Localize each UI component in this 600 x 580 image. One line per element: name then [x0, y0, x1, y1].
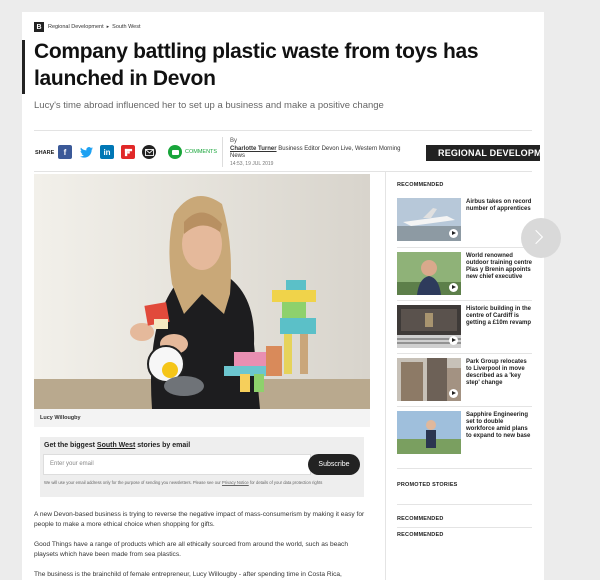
recommended-heading: RECOMMENDED: [397, 182, 444, 188]
thumbnail: [397, 252, 461, 295]
video-play-icon: [449, 283, 458, 292]
divider: [222, 137, 223, 167]
recommended-item[interactable]: Historic building in the centre of Cardi…: [397, 305, 532, 351]
recommended-item[interactable]: Park Group relocates to Liverpool in mov…: [397, 358, 532, 404]
divider: [397, 468, 532, 469]
divider: [397, 353, 532, 354]
breadcrumb-item-regional-development[interactable]: Regional Development: [48, 24, 104, 30]
email-icon[interactable]: [142, 145, 156, 159]
newsletter-region-link[interactable]: South West: [97, 442, 135, 449]
privacy-note-text: We will use your email address only for …: [44, 480, 221, 485]
promoted-stories-heading: PROMOTED STORIES: [397, 482, 458, 488]
recommended-item-title: Airbus takes on record number of apprent…: [466, 199, 532, 212]
article-body: A new Devon-based business is trying to …: [34, 510, 370, 580]
comments-icon: [168, 145, 182, 159]
publish-date: 14:53, 19 JUL 2019: [230, 160, 274, 167]
divider: [397, 300, 532, 301]
newsletter-title-prefix: Get the biggest: [44, 442, 95, 449]
recommended-item-title: Sapphire Engineering set to double workf…: [466, 412, 531, 439]
newsletter-title: Get the biggest South West stories by em…: [44, 442, 190, 449]
recommended-heading-3: RECOMMENDED: [397, 532, 444, 538]
next-article-chevron-icon[interactable]: [521, 218, 561, 258]
article-page: B Regional Development ▸ South West Comp…: [22, 12, 544, 580]
divider: [397, 504, 532, 505]
comments-link[interactable]: COMMENTS: [168, 145, 217, 159]
body-paragraph: The business is the brainchild of female…: [34, 571, 342, 578]
article-photo: [34, 174, 370, 409]
divider: [397, 406, 532, 407]
thumbnail: [397, 198, 461, 241]
video-play-icon: [449, 336, 458, 345]
byline: By Charlotte Turner Business Editor Devo…: [230, 138, 410, 168]
body-paragraph: Good Things have a range of products whi…: [34, 541, 348, 558]
breadcrumb-item-south-west[interactable]: South West: [112, 24, 140, 30]
email-input[interactable]: Enter your email: [43, 454, 311, 475]
body-paragraph: A new Devon-based business is trying to …: [34, 511, 365, 528]
recommended-item-title: Park Group relocates to Liverpool in mov…: [466, 359, 527, 386]
subscribe-button[interactable]: Subscribe: [308, 454, 360, 475]
recommended-item-title: Historic building in the centre of Cardi…: [466, 306, 532, 326]
title-accent-bar: [22, 40, 25, 94]
comments-label: COMMENTS: [185, 149, 218, 155]
video-play-icon: [449, 229, 458, 238]
thumbnail: [397, 358, 461, 401]
privacy-notice-link[interactable]: Privacy Notice: [222, 480, 249, 485]
recommended-item[interactable]: World renowned outdoor training centre P…: [397, 252, 532, 298]
newsletter-signup: Get the biggest South West stories by em…: [40, 437, 364, 497]
video-play-icon: [449, 389, 458, 398]
twitter-icon[interactable]: [79, 145, 93, 159]
author-link[interactable]: Charlotte Turner: [230, 146, 277, 152]
divider: [397, 247, 532, 248]
article-subtitle: Lucy's time abroad influenced her to set…: [34, 100, 384, 111]
share-bar: SHARE f in COMMENTS By Charlotte Turner …: [34, 130, 540, 172]
recommended-item-title: World renowned outdoor training centre P…: [466, 253, 532, 280]
share-label: SHARE: [35, 150, 55, 156]
recommended-heading-2: RECOMMENDED: [397, 516, 444, 522]
site-logo[interactable]: B: [34, 22, 44, 32]
rail-divider: [385, 172, 386, 580]
photo-caption: Lucy Willougby: [34, 409, 370, 427]
thumbnail: [397, 305, 461, 348]
byline-by: By: [230, 138, 238, 144]
linkedin-icon[interactable]: in: [100, 145, 114, 159]
divider: [397, 527, 532, 528]
privacy-note-suffix: for details of your data protection righ…: [249, 480, 323, 485]
breadcrumb-separator-icon: ▸: [106, 24, 110, 30]
flipboard-icon[interactable]: [121, 145, 135, 159]
newsletter-title-suffix: stories by email: [137, 442, 191, 449]
breadcrumb: B Regional Development ▸ South West: [34, 22, 141, 32]
article-title: Company battling plastic waste from toys…: [34, 40, 479, 90]
thumbnail: [397, 411, 461, 454]
newsletter-privacy-note: We will use your email address only for …: [44, 480, 360, 486]
region-badge[interactable]: REGIONAL DEVELOPME: [426, 145, 540, 161]
facebook-icon[interactable]: f: [58, 145, 72, 159]
recommended-item[interactable]: Airbus takes on record number of apprent…: [397, 198, 532, 244]
recommended-item[interactable]: Sapphire Engineering set to double workf…: [397, 411, 532, 457]
